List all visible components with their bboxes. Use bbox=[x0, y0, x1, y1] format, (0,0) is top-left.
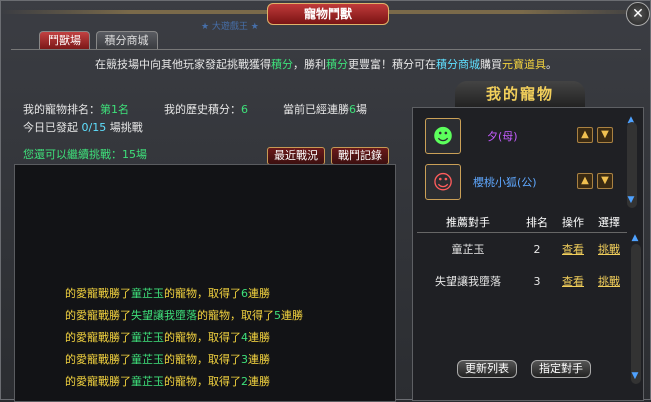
deco-text: ★ 大遊戲王 ★ bbox=[201, 22, 259, 32]
col-action: 操作 bbox=[555, 212, 591, 233]
opponent-scrollbar[interactable] bbox=[631, 244, 641, 384]
history-label: 我的歷史積分： bbox=[164, 103, 241, 116]
log-opponent: 童芷玉 bbox=[131, 375, 164, 388]
battle-records-button[interactable]: 戰鬥記錄 bbox=[331, 147, 389, 165]
refresh-list-button[interactable]: 更新列表 bbox=[457, 360, 517, 378]
log-prefix: 的愛寵戰勝了 bbox=[65, 287, 131, 300]
log-line: 的愛寵戰勝了童芷玉的寵物，取得了2連勝 bbox=[65, 373, 270, 389]
notice-text: 在競技場中向其他玩家發起挑戰獲得積分，勝利積分更豐富！積分可在積分商城購買元寶道… bbox=[11, 56, 641, 72]
remaining-challenges: 您還可以繼續挑戰：15場 bbox=[23, 146, 147, 162]
log-suffix: 連勝 bbox=[248, 287, 270, 300]
log-opponent: 童芷玉 bbox=[131, 331, 164, 344]
notice-part: 購買 bbox=[480, 58, 502, 71]
can-label: 您還可以繼續挑戰： bbox=[23, 148, 122, 161]
my-pets-header: 我的寵物 bbox=[455, 81, 585, 107]
log-streak: 6 bbox=[241, 287, 248, 300]
pet-name: 夕(母) bbox=[487, 130, 518, 143]
log-prefix: 的愛寵戰勝了 bbox=[65, 375, 131, 388]
log-suffix: 連勝 bbox=[281, 309, 303, 322]
col-opponent: 推薦對手 bbox=[417, 212, 519, 233]
stats-block: 我的寵物排名：第1名 我的歷史積分：6 當前已經連勝6場 今日已發起 0/15 … bbox=[23, 101, 367, 137]
can-value: 15場 bbox=[122, 148, 147, 161]
choose-opponent-button[interactable]: 指定對手 bbox=[531, 360, 591, 378]
col-rank: 排名 bbox=[519, 212, 555, 233]
move-down-icon[interactable]: ▼ bbox=[597, 173, 613, 189]
log-opponent: 童芷玉 bbox=[131, 287, 164, 300]
opponent-name: 童芷玉 bbox=[451, 243, 485, 256]
log-mid: 的寵物，取得了 bbox=[164, 353, 241, 366]
notice-part: 在競技場中向其他玩家發起挑戰獲得 bbox=[95, 58, 271, 71]
opponent-name: 失望讓我墮落 bbox=[435, 275, 501, 288]
opponent-rank: 3 bbox=[533, 274, 541, 288]
log-streak: 3 bbox=[241, 353, 248, 366]
right-panel: ☻ 夕(母) ▲ ▼ ☺ 櫻桃小狐(公) ▲ ▼ ▲ ▼ 推薦對手 排名 操作 … bbox=[412, 107, 644, 401]
rank-label: 我的寵物排名： bbox=[23, 103, 100, 116]
table-row: 失望讓我墮落 3 查看 挑戰 bbox=[417, 265, 627, 297]
main-tabs: 鬥獸場 積分商城 bbox=[39, 31, 160, 49]
log-mid: 的寵物，取得了 bbox=[164, 287, 241, 300]
my-pet-list: ☻ 夕(母) ▲ ▼ ☺ 櫻桃小狐(公) ▲ ▼ ▲ ▼ bbox=[417, 114, 639, 210]
log-mid: 的寵物，取得了 bbox=[197, 309, 274, 322]
pet-item[interactable]: ☻ 夕(母) ▲ ▼ bbox=[417, 114, 639, 160]
log-line: 的愛寵戰勝了童芷玉的寵物，取得了6連勝 bbox=[65, 285, 270, 301]
view-link[interactable]: 查看 bbox=[562, 275, 584, 288]
notice-part: ，勝利 bbox=[293, 58, 326, 71]
history-value: 6 bbox=[241, 103, 248, 116]
pet-item[interactable]: ☺ 櫻桃小狐(公) ▲ ▼ bbox=[417, 160, 639, 206]
log-prefix: 的愛寵戰勝了 bbox=[65, 353, 131, 366]
ingot-items-link[interactable]: 元寶道具 bbox=[502, 58, 546, 71]
log-line: 的愛寵戰勝了童芷玉的寵物，取得了4連勝 bbox=[65, 329, 270, 345]
log-line: 的愛寵戰勝了失望讓我墮落的寵物，取得了5連勝 bbox=[65, 307, 303, 323]
today-value: 0/15 bbox=[81, 121, 107, 134]
log-suffix: 連勝 bbox=[248, 331, 270, 344]
opponent-rank: 2 bbox=[533, 242, 541, 256]
tabs-divider bbox=[11, 49, 641, 50]
today-label: 今日已發起 bbox=[23, 121, 78, 134]
opponent-table: 推薦對手 排名 操作 選擇 童芷玉 2 查看 挑戰 失望讓我墮落 3 查看 挑戰 bbox=[417, 212, 627, 297]
today-unit: 場挑戰 bbox=[109, 121, 143, 134]
challenge-link[interactable]: 挑戰 bbox=[598, 243, 620, 256]
log-streak: 5 bbox=[274, 309, 281, 322]
notice-part: 更豐富！積分可在 bbox=[348, 58, 436, 71]
notice-highlight: 積分 bbox=[271, 58, 293, 71]
log-suffix: 連勝 bbox=[248, 375, 270, 388]
rank-value: 第1名 bbox=[100, 103, 129, 116]
tab-points-shop[interactable]: 積分商城 bbox=[95, 31, 158, 49]
log-prefix: 的愛寵戰勝了 bbox=[65, 309, 131, 322]
log-suffix: 連勝 bbox=[248, 353, 270, 366]
move-down-icon[interactable]: ▼ bbox=[597, 127, 613, 143]
log-line: 的愛寵戰勝了童芷玉的寵物，取得了3連勝 bbox=[65, 351, 270, 367]
challenge-link[interactable]: 挑戰 bbox=[598, 275, 620, 288]
points-shop-link[interactable]: 積分商城 bbox=[436, 58, 480, 71]
table-row: 童芷玉 2 查看 挑戰 bbox=[417, 233, 627, 266]
log-opponent: 失望讓我墮落 bbox=[131, 309, 197, 322]
scroll-down-icon[interactable]: ▼ bbox=[625, 194, 637, 206]
goblin-pet-icon: ☻ bbox=[425, 118, 461, 154]
recent-battles-button[interactable]: 最近戰況 bbox=[267, 147, 325, 165]
log-opponent: 童芷玉 bbox=[131, 353, 164, 366]
move-up-icon[interactable]: ▲ bbox=[577, 127, 593, 143]
fox-pet-icon: ☺ bbox=[425, 164, 461, 200]
scroll-down-icon[interactable]: ▼ bbox=[629, 370, 641, 382]
notice-highlight: 積分 bbox=[326, 58, 348, 71]
pet-battle-window: 寵物鬥獸 ✕ ★ 大遊戲王 ★ 鬥獸場 積分商城 在競技場中向其他玩家發起挑戰獲… bbox=[0, 0, 651, 402]
scroll-up-icon[interactable]: ▲ bbox=[629, 232, 641, 244]
pet-name: 櫻桃小狐(公) bbox=[473, 176, 537, 189]
log-mid: 的寵物，取得了 bbox=[164, 331, 241, 344]
tab-arena[interactable]: 鬥獸場 bbox=[39, 31, 90, 49]
move-up-icon[interactable]: ▲ bbox=[577, 173, 593, 189]
notice-part: 。 bbox=[546, 58, 557, 71]
streak-value: 6 bbox=[349, 103, 356, 116]
streak-label: 當前已經連勝 bbox=[283, 103, 349, 116]
log-prefix: 的愛寵戰勝了 bbox=[65, 331, 131, 344]
battle-log-panel: 的愛寵戰勝了童芷玉的寵物，取得了6連勝 的愛寵戰勝了失望讓我墮落的寵物，取得了5… bbox=[14, 164, 396, 402]
close-icon[interactable]: ✕ bbox=[626, 2, 650, 26]
col-select: 選擇 bbox=[591, 212, 627, 233]
log-mid: 的寵物，取得了 bbox=[164, 375, 241, 388]
log-streak: 2 bbox=[241, 375, 248, 388]
log-streak: 4 bbox=[241, 331, 248, 344]
streak-unit: 場 bbox=[356, 103, 367, 116]
view-link[interactable]: 查看 bbox=[562, 243, 584, 256]
